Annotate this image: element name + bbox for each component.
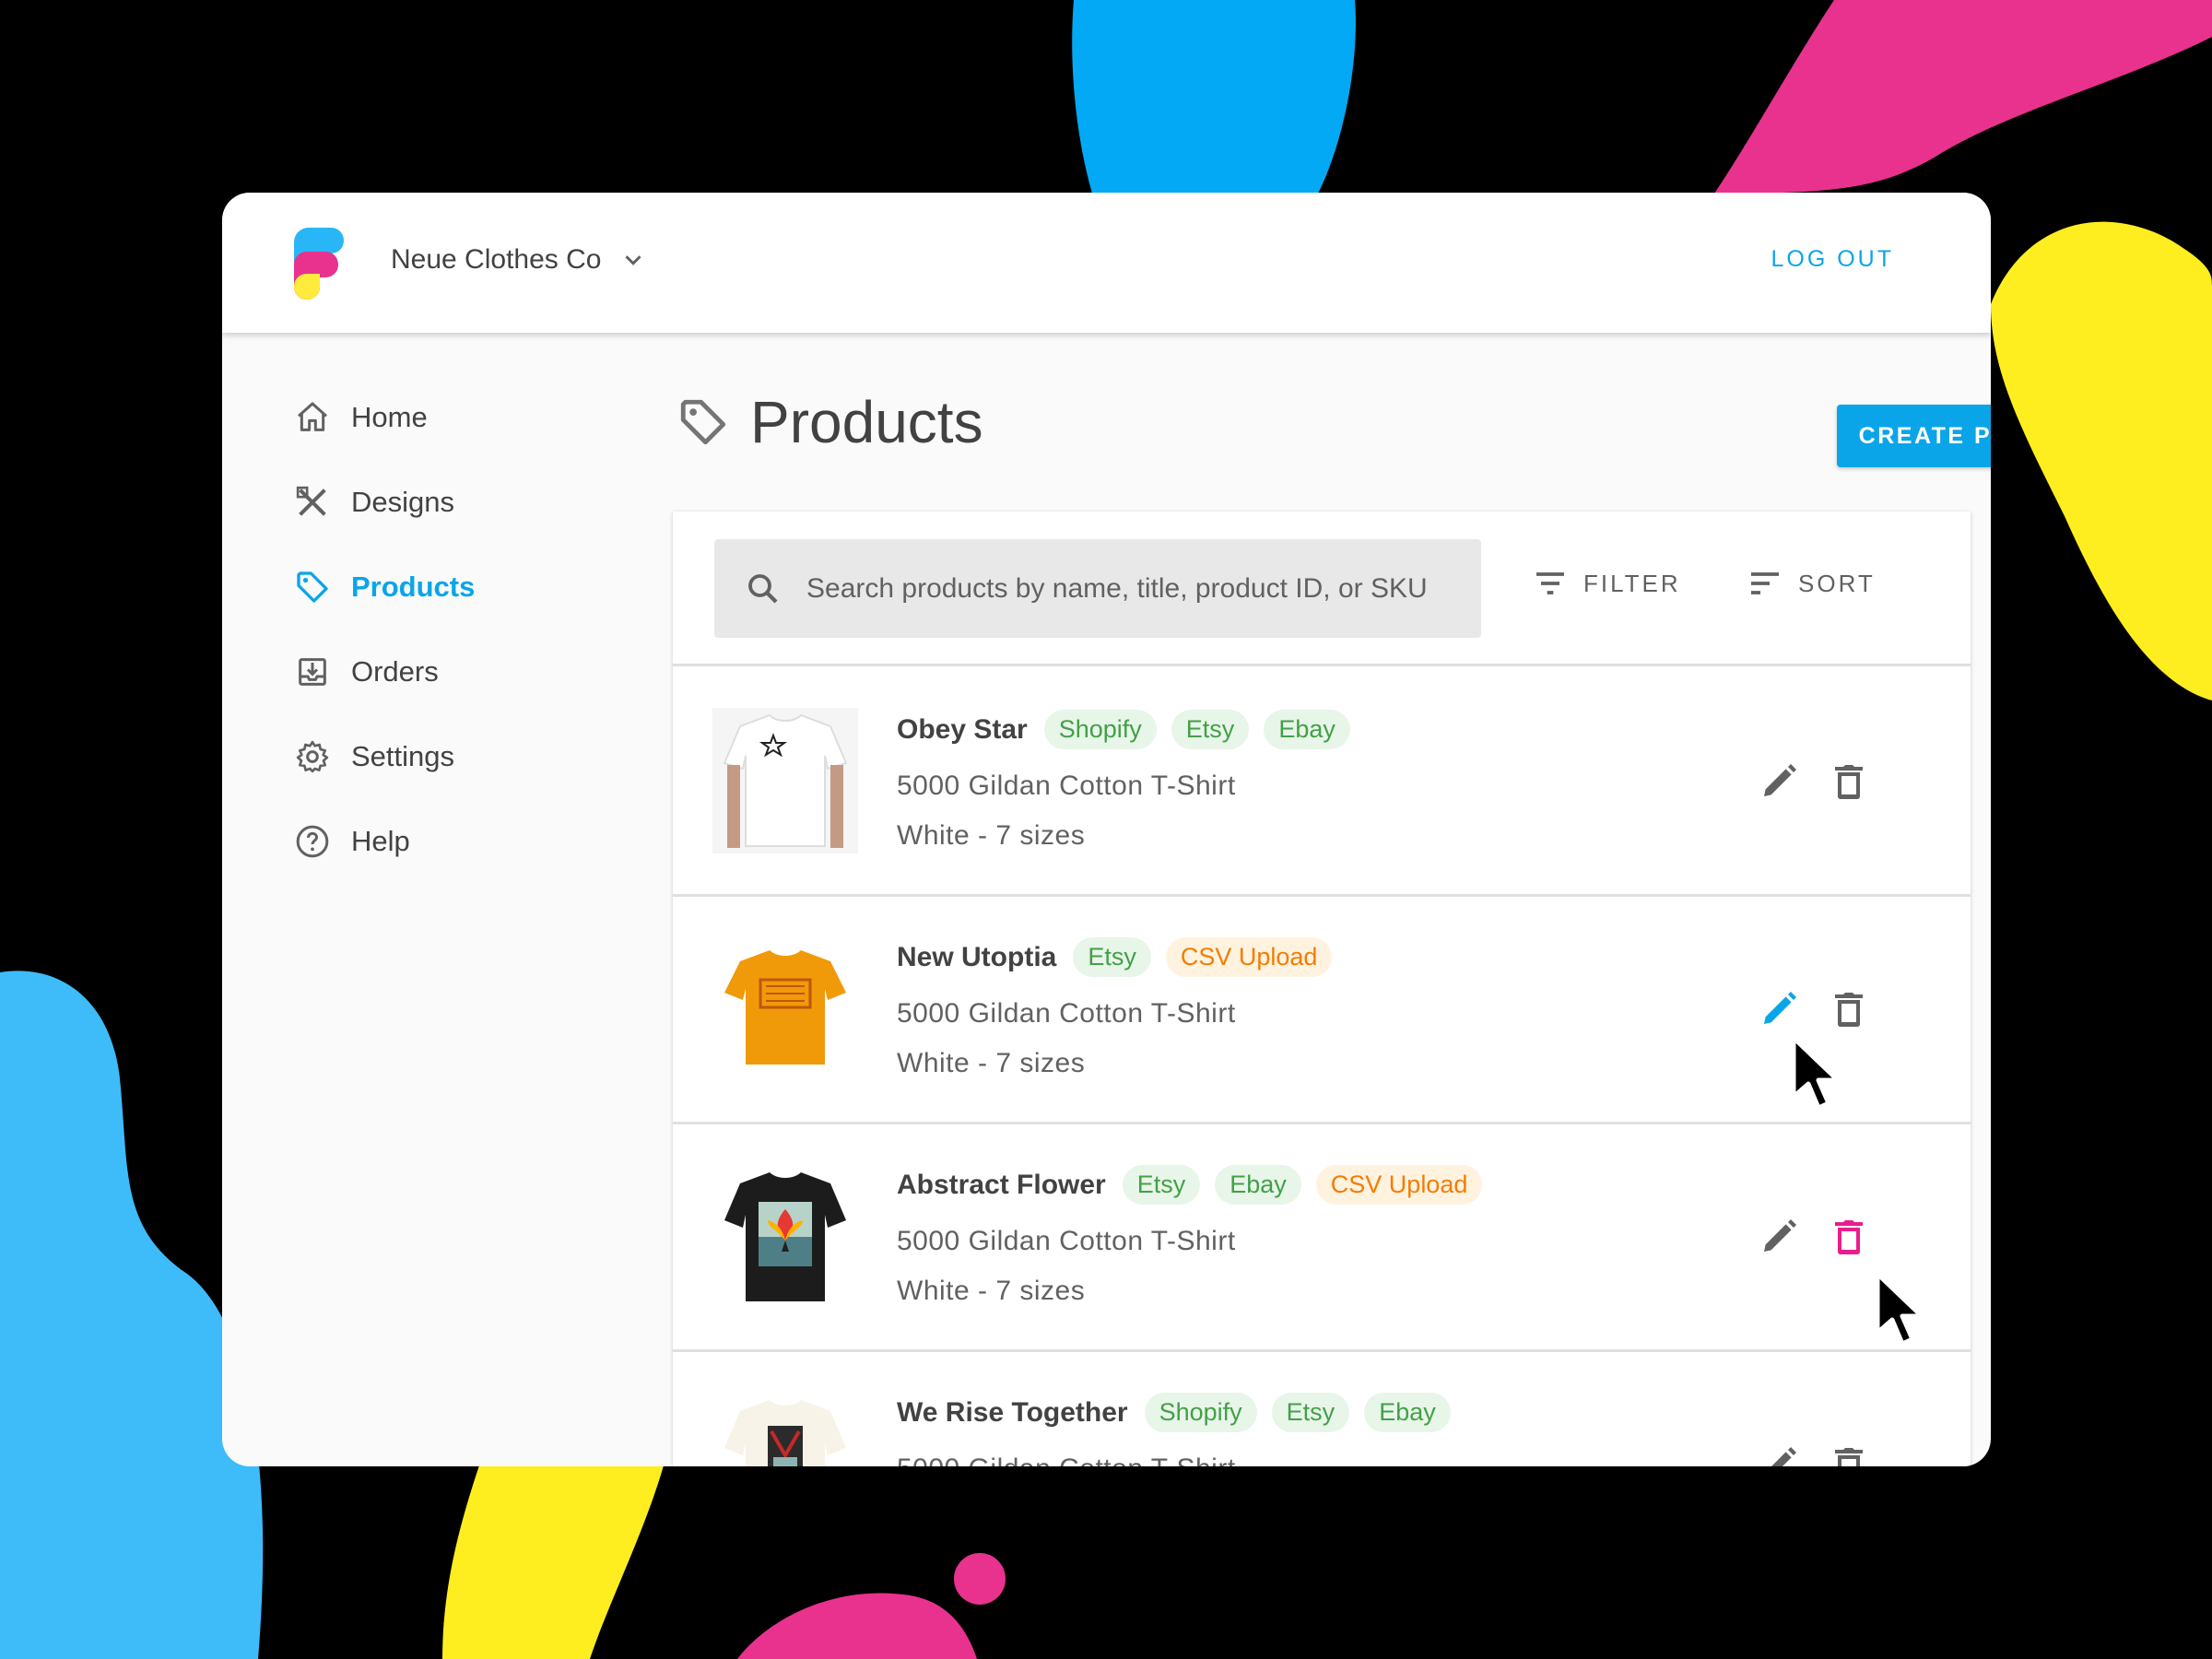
channel-tag: Etsy — [1271, 1393, 1350, 1432]
trash-icon — [1835, 993, 1863, 1027]
search-icon — [748, 573, 778, 603]
product-name: Abstract Flower — [897, 1169, 1106, 1200]
mouse-cursor-icon — [1791, 1035, 1841, 1111]
delete-button[interactable] — [1827, 759, 1871, 804]
channel-tag: Shopify — [1144, 1393, 1257, 1432]
edit-button[interactable] — [1757, 1442, 1801, 1466]
home-icon — [294, 399, 331, 436]
channel-tag: Shopify — [1043, 710, 1157, 749]
page-title-text: Products — [750, 389, 983, 455]
sidebar-item-orders[interactable]: Orders — [294, 653, 439, 690]
channel-tag: CSV Upload — [1315, 1165, 1483, 1205]
sidebar-item-designs[interactable]: Designs — [294, 484, 454, 521]
trash-icon — [1835, 765, 1863, 799]
product-description: 5000 Gildan Cotton T-Shirt — [897, 1226, 1236, 1256]
channel-tag: Ebay — [1215, 1165, 1301, 1205]
sidebar-item-products[interactable]: Products — [294, 569, 475, 606]
sort-icon — [1751, 572, 1779, 594]
sidebar-item-label: Designs — [351, 486, 454, 518]
channel-tag: Ebay — [1264, 710, 1350, 749]
sidebar-item-home[interactable]: Home — [294, 399, 428, 436]
trash-icon — [1835, 1220, 1863, 1254]
page-title: Products — [677, 388, 983, 456]
edit-button[interactable] — [1757, 1215, 1801, 1259]
product-variant: White - 7 sizes — [897, 1048, 1086, 1078]
logout-button[interactable]: LOG OUT — [1771, 246, 1894, 273]
sidebar-item-help[interactable]: Help — [294, 823, 410, 860]
sidebar-item-label: Settings — [351, 740, 455, 772]
tag-icon — [294, 569, 331, 606]
app-window: Neue Clothes Co LOG OUT Home Designs Pro… — [222, 193, 1991, 1466]
sort-label: SORT — [1798, 569, 1876, 597]
edit-button[interactable] — [1757, 987, 1801, 1031]
pencil-icon — [1764, 992, 1796, 1024]
chevron-down-icon — [625, 255, 642, 265]
channel-tag: Etsy — [1122, 1165, 1201, 1205]
pencil-icon — [1764, 764, 1796, 796]
product-row[interactable]: Obey Star Shopify Etsy Ebay 5000 Gildan … — [673, 669, 1971, 897]
search-box[interactable] — [714, 539, 1481, 638]
sidebar-item-label: Products — [351, 571, 476, 603]
products-toolbar: FILTER SORT — [673, 512, 1971, 666]
company-selector[interactable]: Neue Clothes Co — [391, 244, 647, 276]
product-thumbnail — [712, 1163, 858, 1309]
search-input[interactable] — [806, 572, 1470, 605]
product-thumbnail — [712, 1391, 858, 1466]
product-row[interactable]: We Rise Together Shopify Etsy Ebay 5000 … — [673, 1352, 1971, 1466]
gear-icon — [294, 738, 331, 775]
sidebar-item-label: Home — [351, 401, 428, 433]
product-name: Obey Star — [897, 713, 1028, 745]
product-row[interactable]: New Utoptia Etsy CSV Upload 5000 Gildan … — [673, 897, 1971, 1124]
channel-tag: CSV Upload — [1165, 937, 1333, 977]
top-bar: Neue Clothes Co LOG OUT — [222, 193, 1991, 333]
sidebar: Home Designs Products Orders Settings He… — [222, 333, 665, 1466]
company-name: Neue Clothes Co — [391, 244, 602, 275]
mouse-cursor-icon — [1875, 1271, 1924, 1347]
design-tools-icon — [294, 484, 331, 521]
product-description: 5000 Gildan Cotton T-Shirt — [897, 998, 1236, 1029]
sort-button[interactable]: SORT — [1747, 565, 1876, 602]
product-name-line: Abstract Flower Etsy Ebay CSV Upload — [897, 1165, 1483, 1205]
inbox-download-icon — [294, 653, 331, 690]
pencil-icon — [1771, 1447, 1796, 1466]
product-description: 5000 Gildan Cotton T-Shirt — [897, 771, 1236, 801]
sidebar-item-label: Orders — [351, 655, 439, 688]
channel-tag: Etsy — [1171, 710, 1250, 749]
filter-label: FILTER — [1583, 569, 1681, 597]
create-products-button[interactable]: CREATE PRODUCTS — [1837, 405, 1991, 467]
sidebar-item-settings[interactable]: Settings — [294, 738, 454, 775]
sidebar-item-label: Help — [351, 825, 410, 857]
product-variant: White - 7 sizes — [897, 1276, 1086, 1306]
trash-icon — [1835, 1448, 1863, 1466]
product-name-line: We Rise Together Shopify Etsy Ebay — [897, 1393, 1451, 1432]
product-thumbnail — [712, 935, 858, 1081]
pencil-icon — [1764, 1219, 1796, 1252]
product-name: We Rise Together — [897, 1396, 1128, 1428]
channel-tag: Ebay — [1364, 1393, 1451, 1432]
product-row[interactable]: Abstract Flower Etsy Ebay CSV Upload 500… — [673, 1124, 1971, 1352]
filter-button[interactable]: FILTER — [1532, 565, 1681, 602]
filter-icon — [1536, 572, 1564, 594]
product-description: 5000 Gildan Cotton T-Shirt — [897, 1453, 1236, 1466]
help-circle-icon — [294, 823, 331, 860]
delete-button[interactable] — [1827, 987, 1871, 1031]
delete-button[interactable] — [1827, 1442, 1871, 1466]
delete-button[interactable] — [1827, 1215, 1871, 1259]
product-name-line: Obey Star Shopify Etsy Ebay — [897, 710, 1350, 749]
product-name-line: New Utoptia Etsy CSV Upload — [897, 937, 1333, 977]
app-logo — [294, 228, 344, 300]
product-name: New Utoptia — [897, 941, 1057, 972]
products-card: FILTER SORT Obey Star Shopify — [673, 512, 1971, 1466]
product-variant: White - 7 sizes — [897, 820, 1086, 851]
edit-button[interactable] — [1757, 759, 1801, 804]
product-thumbnail — [712, 708, 858, 853]
tag-icon — [680, 399, 726, 445]
channel-tag: Etsy — [1073, 937, 1151, 977]
